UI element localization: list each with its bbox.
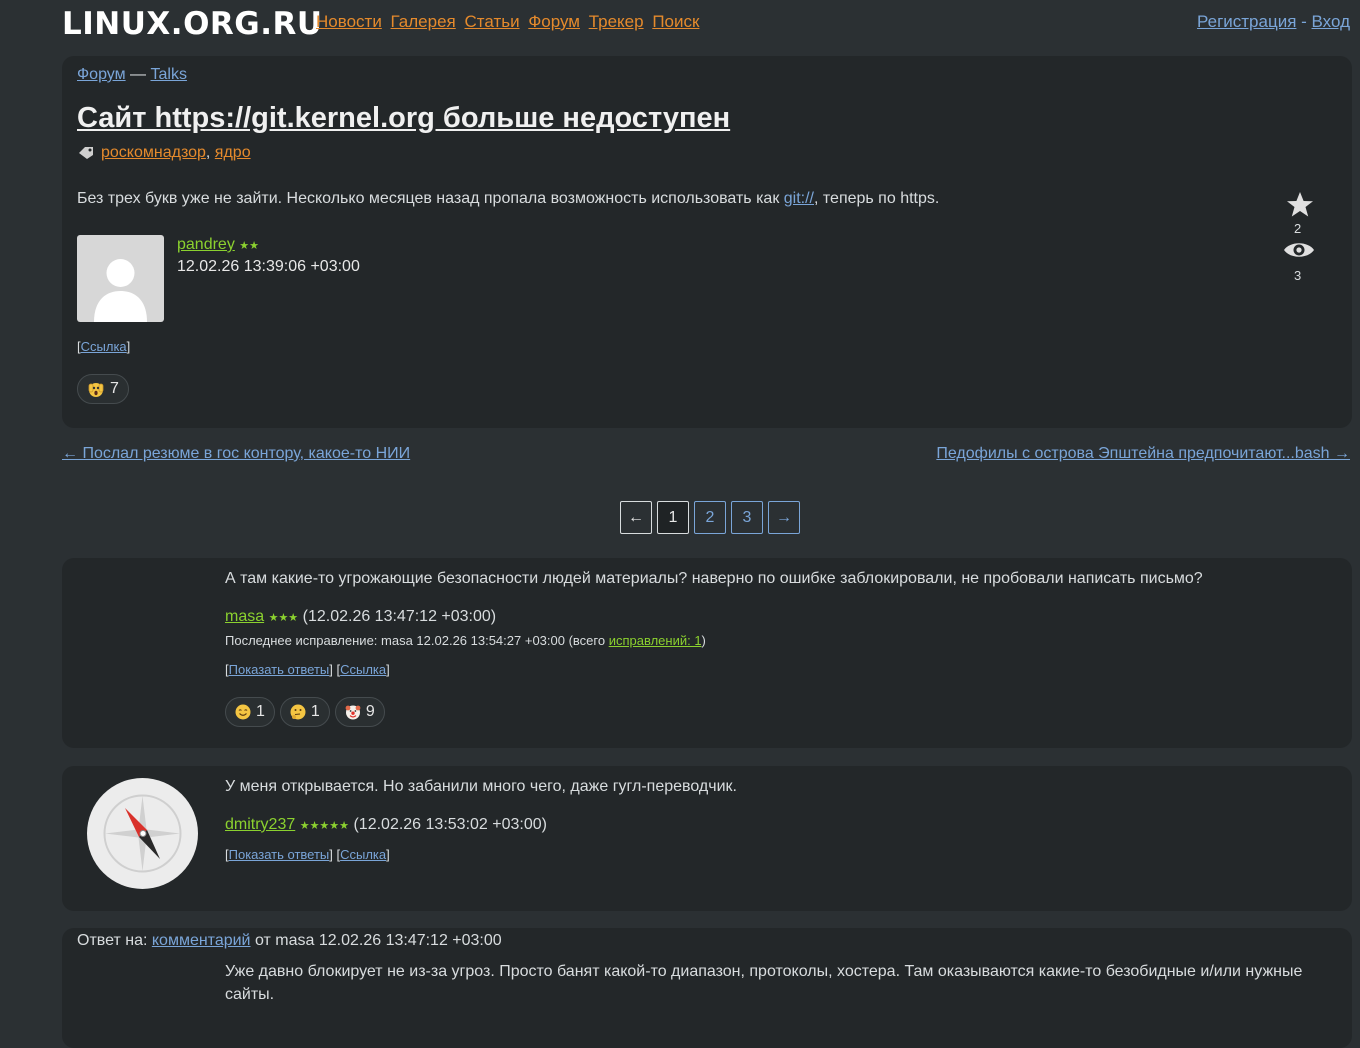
comment-links: [Показать ответы] [Ссылка] [225,662,390,677]
reply-to-comment-link[interactable]: комментарий [152,932,251,949]
git-protocol-link[interactable]: git:// [784,190,814,207]
login-link[interactable]: Вход [1312,12,1350,31]
reaction-count: 9 [365,703,375,720]
comment-card: Ответ на: комментарий от masa 12.02.26 1… [62,928,1352,1048]
author-stars: ★★★ [268,612,299,624]
avatar [87,778,198,889]
reaction-scream-button[interactable]: 7 [77,374,129,404]
edit-note: Последнее исправление: masa 12.02.26 13:… [225,633,706,648]
auth-links: Регистрация - Вход [1197,12,1350,32]
pager-next-button[interactable]: → [768,501,800,534]
favorites-count: 2 [1294,221,1302,236]
comment-author-link[interactable]: dmitry237 [225,816,295,833]
reply-suffix: от masa 12.02.26 13:47:12 +03:00 [250,932,502,949]
edit-note-suffix: ) [701,633,706,648]
comment-card: А там какие-то угрожающие безопасности л… [62,558,1352,748]
topic-card: Форум — Talks Сайт https://git.kernel.or… [62,56,1352,428]
nav-news[interactable]: Новости [316,12,382,31]
topic-body-text-1: Без трех букв уже не зайти. Несколько ме… [77,190,784,207]
comment-text: У меня открывается. Но забанили много че… [225,778,737,795]
topic-link-wrap: [Ссылка] [77,339,131,354]
reaction-count: 1 [310,703,320,720]
topic-author: pandrey ★★ [177,236,259,254]
comment-links: [Показать ответы] [Ссылка] [225,847,390,862]
comment-permalink[interactable]: Ссылка [340,847,386,862]
show-replies-link[interactable]: Показать ответы [229,662,330,677]
reaction-smile-button[interactable]: 1 [225,697,275,727]
nav-tracker[interactable]: Трекер [589,12,644,31]
comment-time: (12.02.26 13:47:12 +03:00) [302,608,497,625]
tag-separator: , [205,144,215,161]
auth-separator: - [1296,12,1312,31]
topic-timestamp: 12.02.26 13:39:06 +03:00 [177,258,360,275]
reply-to: Ответ на: комментарий от masa 12.02.26 1… [77,932,502,950]
comment-author: dmitry237 ★★★★★ (12.02.26 13:53:02 +03:0… [225,816,547,834]
author-link[interactable]: pandrey [177,236,235,253]
nav-search[interactable]: Поиск [652,12,699,31]
clown-emoji-icon [345,705,361,720]
top-nav: Новости Галерея Статьи Форум Трекер Поис… [316,12,703,32]
nav-gallery[interactable]: Галерея [391,12,456,31]
topic-title-link[interactable]: Сайт https://git.kernel.org больше недос… [77,102,730,134]
nav-forum[interactable]: Форум [528,12,580,31]
breadcrumb-separator: — [125,66,151,83]
pagination: ← 1 2 3 → [620,501,800,534]
nav-articles[interactable]: Статьи [464,12,519,31]
tag-icon [79,146,93,159]
comment-author-link[interactable]: masa [225,608,264,625]
reaction-thinking-button[interactable]: 1 [279,697,330,727]
prev-topic-link[interactable]: ← Послал резюме в гос контору, какое-то … [62,445,410,463]
page-title: Сайт https://git.kernel.org больше недос… [77,102,730,135]
favorite-star-icon[interactable] [1285,190,1315,220]
next-topic-link[interactable]: Педофилы с острова Эпштейна предпочитают… [936,445,1350,463]
topic-body: Без трех букв уже не зайти. Несколько ме… [77,190,939,208]
topic-permalink[interactable]: Ссылка [81,339,127,354]
show-replies-link[interactable]: Показать ответы [229,847,330,862]
breadcrumb-forum[interactable]: Форум [77,66,126,83]
comment-reactions: 1 1 9 [225,697,385,727]
pager-prev-button[interactable]: ← [620,501,652,534]
tag-kernel[interactable]: ядро [215,144,251,161]
comment-text: А там какие-то угрожающие безопасности л… [225,570,1203,587]
watch-eye-icon[interactable] [1282,239,1316,261]
pager-page-2[interactable]: 2 [694,501,726,534]
thinking-emoji-icon [290,704,306,720]
reaction-clown-button[interactable]: 9 [334,697,385,727]
comment-card: У меня открывается. Но забанили много че… [62,766,1352,911]
site-logo[interactable]: LINUX.ORG.RU [62,6,323,42]
avatar [77,235,164,322]
comment-text: Уже давно блокирует не из-за угроз. Прос… [225,963,1303,1003]
pager-page-current: 1 [657,501,689,534]
breadcrumb: Форум — Talks [77,66,187,84]
breadcrumb-section[interactable]: Talks [151,66,187,83]
edit-history-link[interactable]: исправлений: 1 [609,633,702,648]
topic-reactions: 7 [77,374,129,404]
reaction-count: 7 [110,380,119,397]
reply-prefix: Ответ на: [77,932,152,949]
compass-avatar-icon [87,778,198,889]
comment-time: (12.02.26 13:53:02 +03:00) [353,816,547,833]
default-user-icon [94,259,147,322]
topic-body-text-2: , теперь по https. [814,190,940,207]
comment-permalink[interactable]: Ссылка [340,662,386,677]
smile-emoji-icon [235,704,251,720]
edit-note-text: Последнее исправление: masa 12.02.26 13:… [225,633,609,648]
comment-author: masa ★★★ (12.02.26 13:47:12 +03:00) [225,608,496,626]
tag-list: роскомнадзор, ядро [77,144,251,162]
register-link[interactable]: Регистрация [1197,12,1296,31]
pager-page-3[interactable]: 3 [731,501,763,534]
reaction-count: 1 [256,703,265,720]
watchers-count: 3 [1294,268,1302,283]
author-stars: ★★★★★ [299,820,350,832]
tag-roskomnadzor[interactable]: роскомнадзор [101,144,206,161]
scream-emoji-icon [88,383,104,397]
author-stars: ★★ [239,240,260,252]
